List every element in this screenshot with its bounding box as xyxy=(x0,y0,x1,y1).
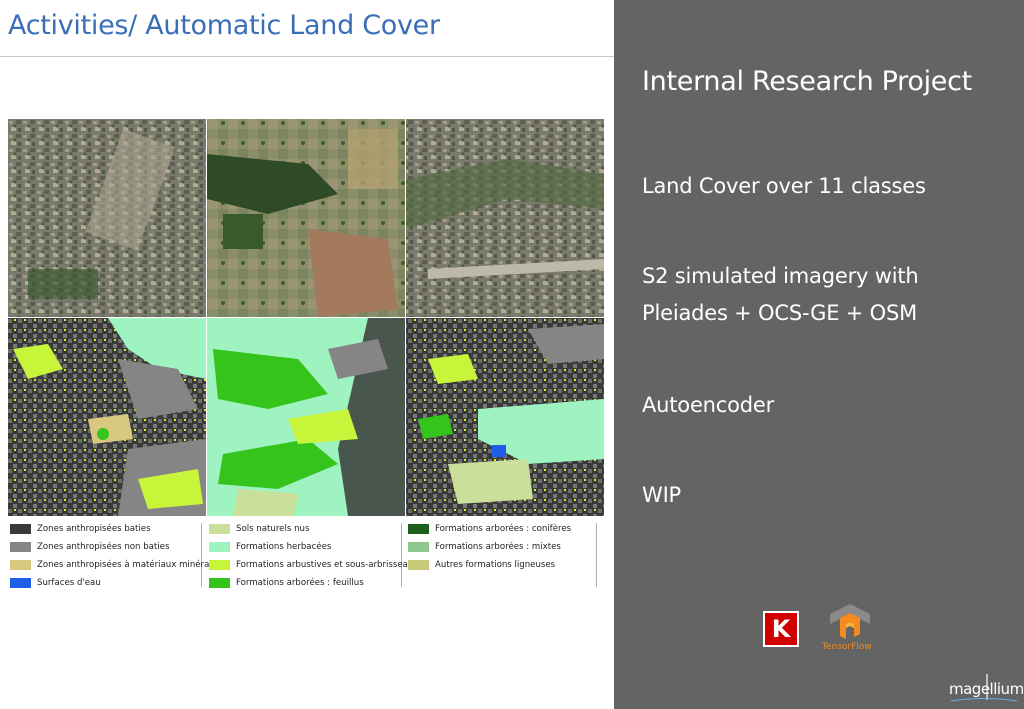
legend-item-mixed: Formations arborées : mixtes xyxy=(408,542,561,552)
keras-logo: K xyxy=(763,611,799,647)
legend-swatch xyxy=(10,542,31,552)
legend-label: Surfaces d'eau xyxy=(37,578,101,588)
legend-item-water: Surfaces d'eau xyxy=(10,578,101,588)
legend-swatch xyxy=(209,542,230,552)
panel-item-autoencoder: Autoencoder xyxy=(642,393,775,417)
legend-item-bare-soil: Sols naturels nus xyxy=(209,524,309,534)
legend-item-conifer: Formations arborées : conifères xyxy=(408,524,571,534)
panel-item-s2-imagery: S2 simulated imagery with xyxy=(642,264,919,288)
legend-item-anthropized-unbuilt: Zones anthropisées non baties xyxy=(10,542,169,552)
land-cover-legend: Zones anthropisées baties Zones anthropi… xyxy=(8,521,598,591)
legend-item-herbaceous: Formations herbacées xyxy=(209,542,331,552)
title-divider xyxy=(0,56,614,57)
tensorflow-logo: TensorFlow xyxy=(822,604,878,654)
slide-title: Activities/ Automatic Land Cover xyxy=(8,10,440,41)
legend-label: Formations arborées : feuillus xyxy=(236,578,364,588)
panel-item-wip: WIP xyxy=(642,483,682,507)
land-cover-imagery xyxy=(8,119,604,516)
legend-label: Zones anthropisées baties xyxy=(37,524,151,534)
legend-label: Formations arbustives et sous-arbrisseau… xyxy=(236,560,419,570)
legend-divider xyxy=(401,523,402,587)
legend-swatch xyxy=(408,524,429,534)
legend-label: Zones anthropisées à matériaux minéraux xyxy=(37,560,220,570)
legend-label: Formations arborées : conifères xyxy=(435,524,572,534)
legend-label: Sols naturels nus xyxy=(236,524,310,534)
legend-label: Formations arborées : mixtes xyxy=(435,542,561,552)
legend-swatch xyxy=(209,560,230,570)
legend-item-anthropized-mineral: Zones anthropisées à matériaux minéraux xyxy=(10,560,220,570)
tensorflow-wordmark: TensorFlow xyxy=(822,642,872,652)
legend-swatch xyxy=(10,524,31,534)
panel-heading: Internal Research Project xyxy=(642,66,972,97)
legend-item-broadleaf: Formations arborées : feuillus xyxy=(209,578,364,588)
keras-letter: K xyxy=(771,615,791,643)
panel-item-land-cover: Land Cover over 11 classes xyxy=(642,174,926,198)
magellium-wordmark: magellium xyxy=(949,680,1024,698)
legend-label: Autres formations ligneuses xyxy=(435,560,556,570)
panel-item-sources: Pleiades + OCS-GE + OSM xyxy=(642,301,917,325)
legend-divider xyxy=(596,523,597,587)
tensorflow-icon xyxy=(830,604,870,639)
legend-item-other-woody: Autres formations ligneuses xyxy=(408,560,555,570)
legend-swatch xyxy=(209,578,230,588)
legend-swatch xyxy=(408,560,429,570)
legend-swatch xyxy=(10,560,31,570)
info-panel: Internal Research Project Land Cover ove… xyxy=(614,0,1024,709)
legend-item-anthropized-built: Zones anthropisées baties xyxy=(10,524,151,534)
magellium-logo: magellium xyxy=(949,672,1024,702)
legend-swatch xyxy=(10,578,31,588)
legend-label: Formations herbacées xyxy=(236,542,332,552)
legend-divider xyxy=(201,523,202,587)
legend-item-shrubland: Formations arbustives et sous-arbrisseau… xyxy=(209,560,418,570)
legend-swatch xyxy=(408,542,429,552)
legend-swatch xyxy=(209,524,230,534)
legend-label: Zones anthropisées non baties xyxy=(37,542,170,552)
